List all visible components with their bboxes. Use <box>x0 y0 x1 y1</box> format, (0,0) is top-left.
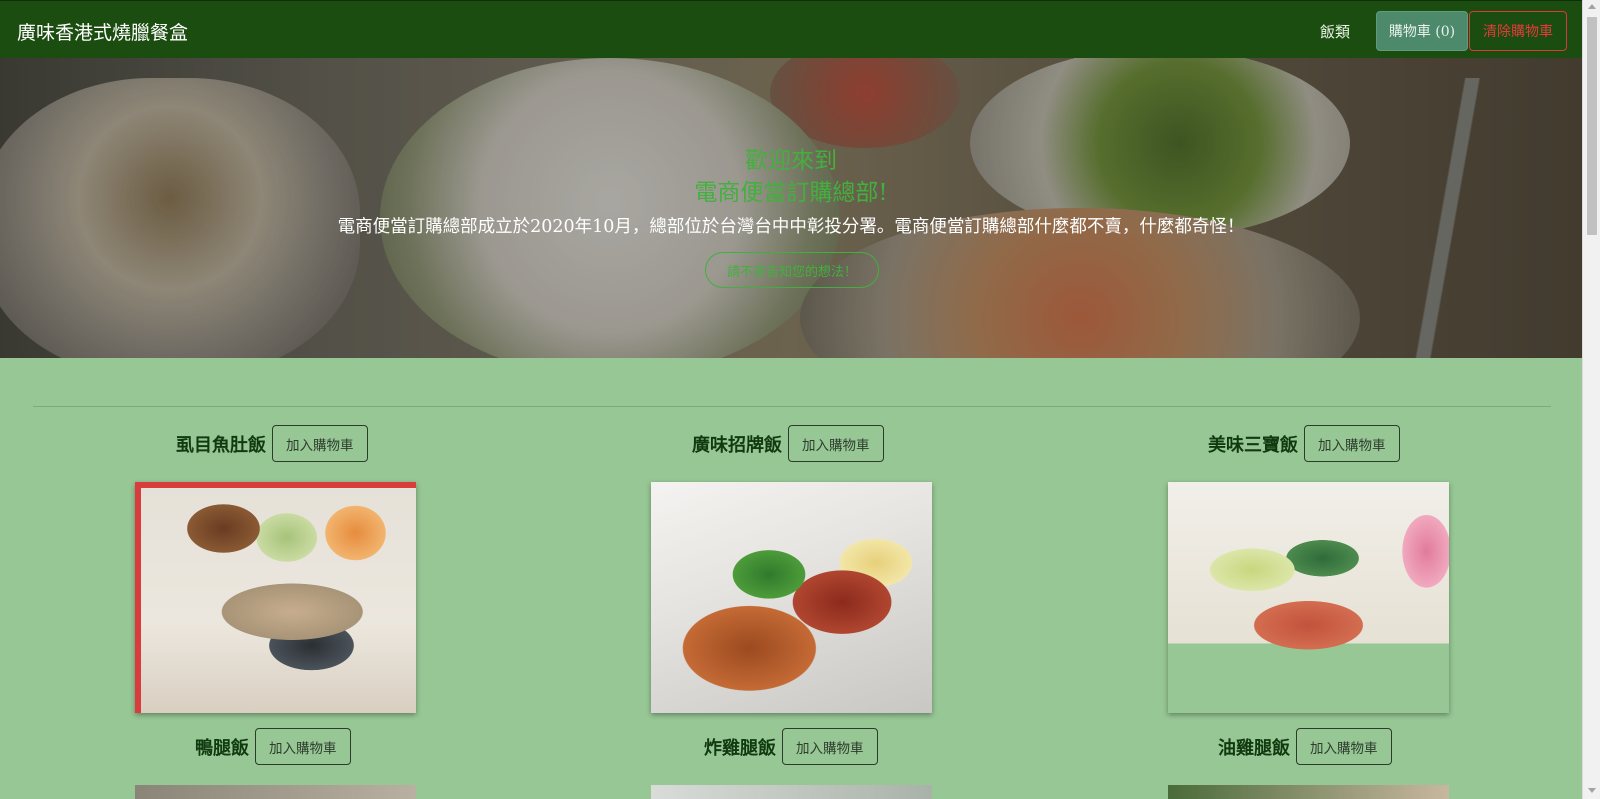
clear-cart-button[interactable]: 清除購物車 <box>1469 11 1567 51</box>
product-image[interactable] <box>135 785 416 799</box>
brand-title[interactable]: 廣味香港式燒臘餐盒 <box>17 18 188 45</box>
product-header: 廣味招牌飯 加入購物車 <box>692 425 884 462</box>
add-to-cart-button[interactable]: 加入購物車 <box>272 425 368 462</box>
product-header: 美味三寶飯 加入購物車 <box>1208 425 1400 462</box>
hero-title-line2: 電商便當訂購總部! <box>694 180 888 206</box>
product-image[interactable] <box>651 482 932 713</box>
hero-description: 電商便當訂購總部成立於2020年10月，總部位於台灣台中中彰投分署。電商便當訂購… <box>337 217 1245 237</box>
product-name: 虱目魚肚飯 <box>176 434 266 456</box>
top-navbar: 廣味香港式燒臘餐盒 飯類 購物車 (0) 清除購物車 <box>0 0 1582 58</box>
cart-button[interactable]: 購物車 (0) <box>1376 11 1468 51</box>
add-to-cart-button[interactable]: 加入購物車 <box>1296 728 1392 765</box>
section-divider <box>33 406 1551 407</box>
add-to-cart-button[interactable]: 加入購物車 <box>255 728 351 765</box>
nav-link-rice[interactable]: 飯類 <box>1320 21 1350 42</box>
feedback-button[interactable]: 請不吝告知您的想法！ <box>705 252 879 288</box>
product-header: 鴨腿飯 加入購物車 <box>195 728 351 765</box>
vertical-scrollbar[interactable] <box>1582 0 1600 799</box>
product-image[interactable] <box>1168 785 1449 799</box>
product-header: 炸雞腿飯 加入購物車 <box>704 728 878 765</box>
product-header: 虱目魚肚飯 加入購物車 <box>176 425 368 462</box>
product-image[interactable] <box>135 482 416 713</box>
add-to-cart-button[interactable]: 加入購物車 <box>782 728 878 765</box>
product-name: 炸雞腿飯 <box>704 737 776 759</box>
hero-banner: 歡迎來到 電商便當訂購總部! 電商便當訂購總部成立於2020年10月，總部位於台… <box>0 58 1582 358</box>
product-name: 油雞腿飯 <box>1218 737 1290 759</box>
add-to-cart-button[interactable]: 加入購物車 <box>1304 425 1400 462</box>
product-image[interactable] <box>1168 482 1449 713</box>
add-to-cart-button[interactable]: 加入購物車 <box>788 425 884 462</box>
hero-title-line1: 歡迎來到 <box>745 148 837 174</box>
product-name: 鴨腿飯 <box>195 737 249 759</box>
scroll-up-arrow-icon[interactable] <box>1588 4 1596 9</box>
product-image[interactable] <box>651 785 932 799</box>
scroll-down-arrow-icon[interactable] <box>1588 788 1596 793</box>
product-name: 廣味招牌飯 <box>692 434 782 456</box>
product-name: 美味三寶飯 <box>1208 434 1298 456</box>
hero-overlay <box>0 58 1582 358</box>
scrollbar-thumb[interactable] <box>1587 17 1597 235</box>
product-header: 油雞腿飯 加入購物車 <box>1218 728 1392 765</box>
